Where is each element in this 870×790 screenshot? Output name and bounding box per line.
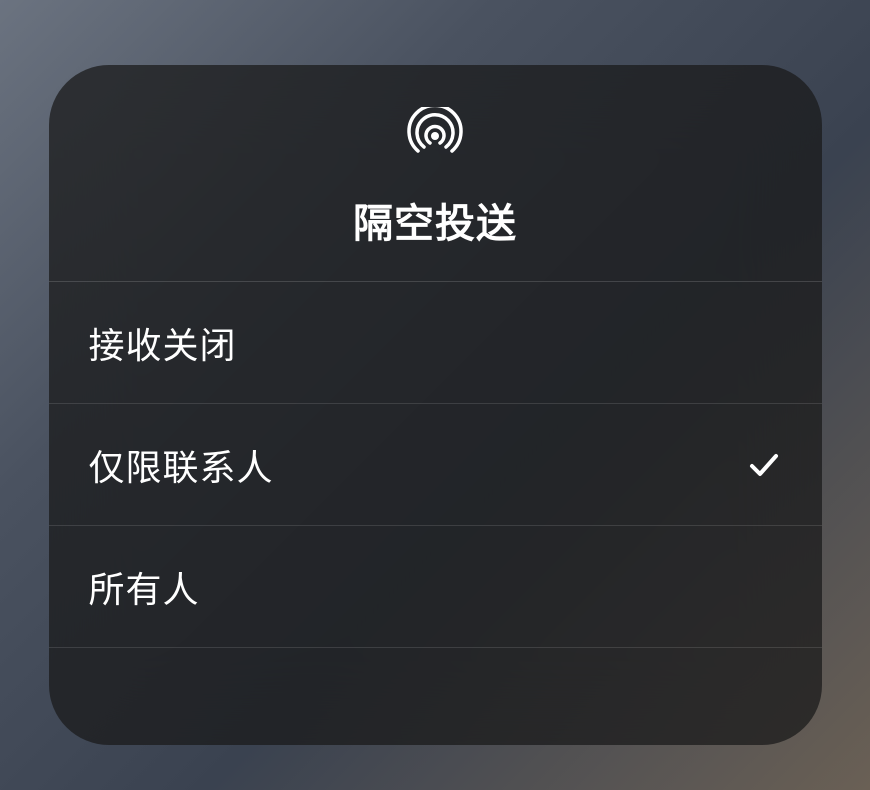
airdrop-panel: 隔空投送 接收关闭 仅限联系人 所有人 bbox=[49, 65, 822, 745]
airdrop-icon bbox=[406, 107, 464, 159]
panel-header: 隔空投送 bbox=[49, 65, 822, 282]
option-label: 接收关闭 bbox=[89, 317, 237, 369]
option-label: 所有人 bbox=[89, 561, 200, 613]
panel-title: 隔空投送 bbox=[353, 191, 517, 249]
checkmark-icon bbox=[746, 447, 782, 483]
option-receiving-off[interactable]: 接收关闭 bbox=[49, 282, 822, 404]
option-label: 仅限联系人 bbox=[89, 439, 274, 491]
option-everyone[interactable]: 所有人 bbox=[49, 526, 822, 648]
option-contacts-only[interactable]: 仅限联系人 bbox=[49, 404, 822, 526]
options-list: 接收关闭 仅限联系人 所有人 bbox=[49, 282, 822, 745]
